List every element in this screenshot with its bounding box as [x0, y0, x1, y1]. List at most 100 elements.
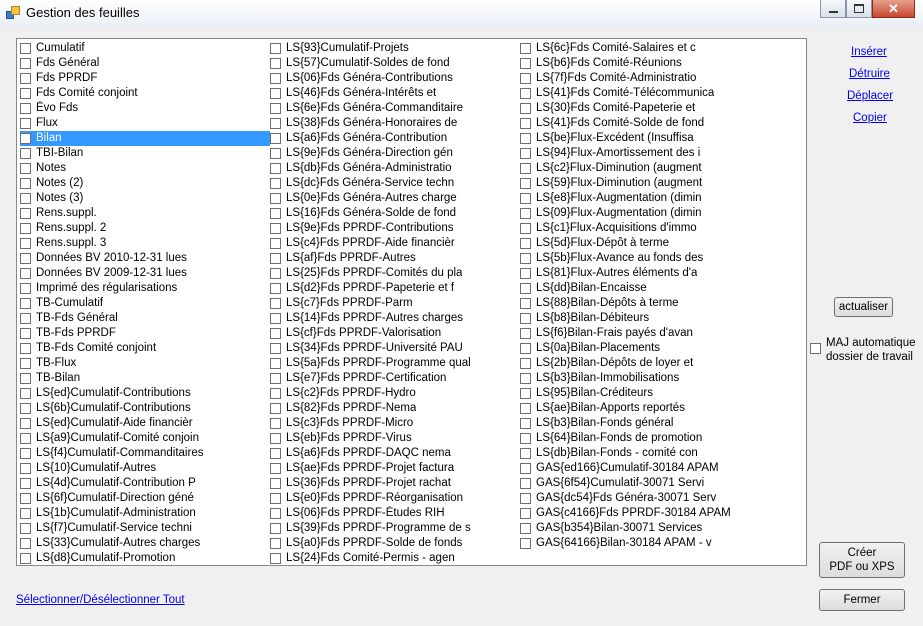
sheet-checkbox[interactable]	[20, 373, 31, 384]
sheet-checkbox[interactable]	[20, 508, 31, 519]
sheet-checkbox[interactable]	[270, 538, 281, 549]
sheet-item[interactable]: LS{a9}Cumulatif-Comité conjoin	[20, 431, 270, 446]
sheet-item[interactable]: LS{c2}Fds PPRDF-Hydro	[270, 386, 520, 401]
sheet-item[interactable]: LS{5b}Flux-Avance au fonds des	[520, 251, 770, 266]
sheet-item[interactable]: LS{be}Flux-Excédent (Insuffisa	[520, 131, 770, 146]
sheet-item[interactable]: LS{ae}Fds PPRDF-Projet factura	[270, 461, 520, 476]
sheet-checkbox[interactable]	[20, 538, 31, 549]
sheet-item[interactable]: LS{88}Bilan-Dépôts à terme	[520, 296, 770, 311]
sheet-checkbox[interactable]	[270, 298, 281, 309]
sheet-item[interactable]: LS{e8}Flux-Augmentation (dimin	[520, 191, 770, 206]
sheet-item[interactable]: LS{e7}Fds PPRDF-Certification	[270, 371, 520, 386]
sheet-checkbox[interactable]	[270, 373, 281, 384]
sheet-item[interactable]: LS{14}Fds PPRDF-Autres charges	[270, 311, 520, 326]
sheet-item[interactable]: LS{dd}Bilan-Encaisse	[520, 281, 770, 296]
sheet-item[interactable]: LS{ae}Bilan-Apports reportés	[520, 401, 770, 416]
sheet-item[interactable]: GAS{ed166}Cumulatif-30184 APAM	[520, 461, 770, 476]
sheet-checkbox[interactable]	[20, 148, 31, 159]
sheet-checkbox[interactable]	[520, 43, 531, 54]
sheet-item[interactable]: Flux	[20, 116, 270, 131]
sheet-checkbox[interactable]	[270, 388, 281, 399]
sheet-item[interactable]: LS{82}Fds PPRDF-Nema	[270, 401, 520, 416]
sheet-checkbox[interactable]	[520, 313, 531, 324]
sheet-checkbox[interactable]	[270, 133, 281, 144]
sheet-item[interactable]: LS{2b}Bilan-Dépôts de loyer et	[520, 356, 770, 371]
sheet-item[interactable]: LS{41}Fds Comité-Télécommunica	[520, 86, 770, 101]
sheet-checkbox[interactable]	[20, 283, 31, 294]
sheet-item[interactable]: GAS{c4166}Fds PPRDF-30184 APAM	[520, 506, 770, 521]
sheet-item[interactable]: LS{16}Fds Généra-Solde de fond	[270, 206, 520, 221]
detruire-link[interactable]: Détruire	[849, 68, 890, 80]
sheet-item[interactable]: LS{c2}Flux-Diminution (augment	[520, 161, 770, 176]
sheet-checkbox[interactable]	[270, 193, 281, 204]
sheet-checkbox[interactable]	[270, 118, 281, 129]
sheet-item[interactable]: LS{93}Cumulatif-Projets	[270, 41, 520, 56]
sheet-checkbox[interactable]	[520, 88, 531, 99]
sheet-checkbox[interactable]	[270, 328, 281, 339]
sheet-item[interactable]: Rens.suppl.	[20, 206, 270, 221]
sheet-checkbox[interactable]	[20, 268, 31, 279]
sheet-checkbox[interactable]	[270, 43, 281, 54]
sheet-checkbox[interactable]	[20, 208, 31, 219]
sheet-checkbox[interactable]	[520, 163, 531, 174]
sheet-item[interactable]: LS{4d}Cumulatif-Contribution P	[20, 476, 270, 491]
sheet-item[interactable]: GAS{64166}Bilan-30184 APAM - v	[520, 536, 770, 551]
sheet-item[interactable]: LS{5a}Fds PPRDF-Programme qual	[270, 356, 520, 371]
sheet-item[interactable]: LS{a6}Fds Généra-Contribution	[270, 131, 520, 146]
sheet-item[interactable]: LS{dc}Fds Généra-Service techn	[270, 176, 520, 191]
sheet-checkbox[interactable]	[270, 343, 281, 354]
sheet-checkbox[interactable]	[520, 268, 531, 279]
sheet-item[interactable]: Notes (3)	[20, 191, 270, 206]
sheet-checkbox[interactable]	[520, 388, 531, 399]
sheet-checkbox[interactable]	[270, 553, 281, 564]
sheet-checkbox[interactable]	[520, 328, 531, 339]
sheet-checkbox[interactable]	[20, 73, 31, 84]
sheet-checkbox[interactable]	[270, 88, 281, 99]
sheet-checkbox[interactable]	[270, 358, 281, 369]
sheet-checkbox[interactable]	[20, 448, 31, 459]
sheet-item[interactable]: LS{64}Bilan-Fonds de promotion	[520, 431, 770, 446]
sheet-checkbox[interactable]	[270, 208, 281, 219]
actualiser-button[interactable]: actualiser	[834, 297, 893, 317]
sheet-item[interactable]: Cumulatif	[20, 41, 270, 56]
sheet-item[interactable]: LS{10}Cumulatif-Autres	[20, 461, 270, 476]
sheet-checkbox[interactable]	[520, 448, 531, 459]
sheet-checkbox[interactable]	[20, 358, 31, 369]
sheet-checkbox[interactable]	[20, 388, 31, 399]
sheet-checkbox[interactable]	[520, 208, 531, 219]
sheet-item[interactable]: LS{db}Bilan-Fonds - comité con	[520, 446, 770, 461]
sheet-item[interactable]: LS{ed}Cumulatif-Aide financièr	[20, 416, 270, 431]
sheet-item[interactable]: LS{af}Fds PPRDF-Autres	[270, 251, 520, 266]
sheet-item[interactable]: LS{6b}Cumulatif-Contributions	[20, 401, 270, 416]
sheet-checkbox[interactable]	[20, 418, 31, 429]
sheet-item[interactable]: LS{95}Bilan-Créditeurs	[520, 386, 770, 401]
sheet-item[interactable]: LS{6e}Fds Généra-Commanditaire	[270, 101, 520, 116]
copier-link[interactable]: Copier	[853, 112, 887, 124]
sheet-checkbox[interactable]	[270, 58, 281, 69]
sheet-checkbox[interactable]	[520, 283, 531, 294]
sheet-checkbox[interactable]	[520, 253, 531, 264]
sheet-checkbox[interactable]	[20, 433, 31, 444]
sheet-checkbox[interactable]	[270, 523, 281, 534]
sheet-item[interactable]: LS{6c}Fds Comité-Salaires et c	[520, 41, 770, 56]
sheet-checkbox[interactable]	[520, 493, 531, 504]
sheet-item[interactable]: Fds PPRDF	[20, 71, 270, 86]
sheet-item[interactable]: LS{c4}Fds PPRDF-Aide financièr	[270, 236, 520, 251]
sheet-checkbox[interactable]	[270, 463, 281, 474]
sheet-item[interactable]: LS{9e}Fds PPRDF-Contributions	[270, 221, 520, 236]
sheet-checkbox[interactable]	[270, 73, 281, 84]
sheet-item[interactable]: GAS{dc54}Fds Généra-30071 Serv	[520, 491, 770, 506]
sheet-checkbox[interactable]	[20, 493, 31, 504]
sheet-checkbox[interactable]	[520, 58, 531, 69]
sheet-checkbox[interactable]	[270, 223, 281, 234]
sheet-checkbox[interactable]	[20, 163, 31, 174]
sheet-checkbox[interactable]	[520, 133, 531, 144]
sheet-item[interactable]: LS{d8}Cumulatif-Promotion	[20, 551, 270, 566]
sheet-item[interactable]: LS{cf}Fds PPRDF-Valorisation	[270, 326, 520, 341]
sheet-item[interactable]: LS{c7}Fds PPRDF-Parm	[270, 296, 520, 311]
sheet-checkbox[interactable]	[520, 238, 531, 249]
sheet-item[interactable]: LS{5d}Flux-Dépôt à terme	[520, 236, 770, 251]
sheet-item[interactable]: LS{0a}Bilan-Placements	[520, 341, 770, 356]
sheet-item[interactable]: LS{b6}Fds Comité-Réunions	[520, 56, 770, 71]
sheet-item[interactable]: TB-Cumulatif	[20, 296, 270, 311]
